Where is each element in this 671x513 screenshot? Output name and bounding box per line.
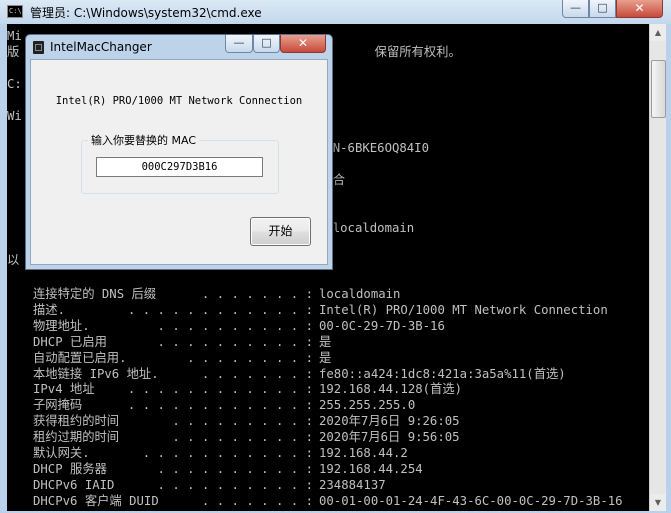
ipconfig-row-label: 租约过期的时间 [33,429,120,446]
ipconfig-row-value: 是 [319,350,332,365]
cmd-maximize-button[interactable]: □ [589,0,616,18]
ipconfig-row-value: 234884137 [319,477,386,492]
ipconfig-row-dots: . . . . . . . . . . . . : [120,382,313,397]
ipconfig-row-dots: . . . . . . . . . : [164,414,313,429]
maximize-icon: □ [597,1,608,14]
ipconfig-row-value: 192.168.44.128(首选) [319,382,463,397]
mac-group-label: 输入你要替换的 MAC [88,132,199,148]
ipconfig-row-value: 00-01-00-01-24-4F-43-6C-00-0C-29-7D-3B-1… [319,493,623,508]
console-scrollbar[interactable]: ▲ ▼ [649,24,666,511]
console-line: C: [7,77,22,91]
close-icon: ✕ [297,36,309,50]
ipconfig-row-label: 连接特定的 DNS 后缀 [33,286,157,302]
cmd-app-icon[interactable]: C:\ [7,5,23,18]
ipconfig-row-value: 00-0C-29-7D-3B-16 [319,318,445,333]
ipconfig-row-label: IPv4 地址 [33,381,95,398]
scroll-up-arrow-icon[interactable]: ▲ [650,24,666,41]
ipconfig-row-dots: . . . . . . . . . . . . : [120,398,313,413]
minimize-icon: — [570,1,581,14]
cmd-window-title: 管理员: C:\Windows\system32\cmd.exe [30,6,262,20]
ipconfig-row-label: DHCP 服务器 [33,460,107,477]
dialog-maximize-button[interactable]: □ [253,35,280,53]
ipconfig-row-label: 默认网关. [33,445,90,461]
dialog-close-button[interactable]: ✕ [280,35,326,53]
ipconfig-row-dots: . . . . . . . : [194,287,313,301]
ipconfig-row-dots: . . . . . . . . . : [164,430,313,445]
ipconfig-row-label: DHCP 已启用 [33,333,107,350]
ipconfig-row-dots: . . . . . . . . . . . . : [120,302,313,317]
ipconfig-row-label: 子网掩码 [33,397,83,414]
cmd-close-button[interactable]: ✕ [616,0,663,18]
ipconfig-row-value: localdomain [319,287,401,301]
console-line: 以 [7,253,20,267]
dialog-minimize-button[interactable]: — [225,35,253,53]
ipconfig-row-dots: . . . . . . . . . . : [150,334,313,349]
ipconfig-row-value: 2020年7月6日 9:56:05 [319,430,460,445]
ipconfig-row-label: 物理地址. [33,317,90,334]
cmd-minimize-button[interactable]: — [562,0,589,18]
ipconfig-row-dots: . . . . . . . . . . : [150,477,313,492]
cmd-title-bar[interactable]: C:\ 管理员: C:\Windows\system32\cmd.exe — □… [0,0,671,24]
start-button[interactable]: 开始 [250,217,311,246]
ipconfig-row-label: 描述. [33,301,65,318]
ipconfig-row-label: 获得租约的时间 [33,413,120,430]
ipconfig-row-value: 192.168.44.254 [319,461,423,476]
console-line: Wi [7,109,22,123]
dialog-body: Intel(R) PRO/1000 MT Network Connection … [30,59,328,265]
ipconfig-row-value: 192.168.44.2 [319,446,408,460]
ipconfig-row-dots: . . . . . . . : [194,493,313,508]
ipconfig-row-label: DHCPv6 客户端 DUID [33,492,159,509]
dialog-title: IntelMacChanger [50,40,152,54]
maximize-icon: □ [261,36,272,49]
adapter-name-label: Intel(R) PRO/1000 MT Network Connection [55,95,303,107]
dialog-title-bar[interactable]: IntelMacChanger — □ ✕ [26,35,332,59]
mac-input[interactable]: 000C297D3B16 [96,157,263,177]
ipconfig-row-dots: . . . . . . . : [194,366,313,381]
scroll-thumb[interactable] [651,60,666,118]
app-icon[interactable] [33,41,44,54]
close-icon: ✕ [634,1,645,15]
ipconfig-row-value: fe80::a424:1dc8:421a:3a5a%11(首选) [319,366,566,381]
ipconfig-row-value: 255.255.255.0 [319,398,416,413]
ipconfig-row-label: DHCPv6 IAID [33,476,115,493]
minimize-icon: — [233,36,245,49]
intelmacchanger-dialog: IntelMacChanger — □ ✕ Intel(R) PRO/1000 … [25,34,333,270]
ipconfig-row-value: 是 [319,334,332,349]
scroll-down-arrow-icon[interactable]: ▼ [650,494,666,511]
ipconfig-row-dots: . . . . . . . . : [179,350,313,365]
ipconfig-row-dots: . . . . . . . . . . . : [135,446,313,460]
ipconfig-row-label: 自动配置已启用. [33,349,127,366]
ipconfig-row-label: 本地链接 IPv6 地址. [33,365,159,382]
ipconfig-row-value: 2020年7月6日 9:26:05 [319,414,460,429]
mac-groupbox: 输入你要替换的 MAC 000C297D3B16 [81,132,279,194]
ipconfig-row-dots: . . . . . . . . . . : [150,318,313,333]
ipconfig-row-value: Intel(R) PRO/1000 MT Network Connection [319,302,608,317]
ipconfig-row-dots: . . . . . . . . . . : [150,461,313,476]
